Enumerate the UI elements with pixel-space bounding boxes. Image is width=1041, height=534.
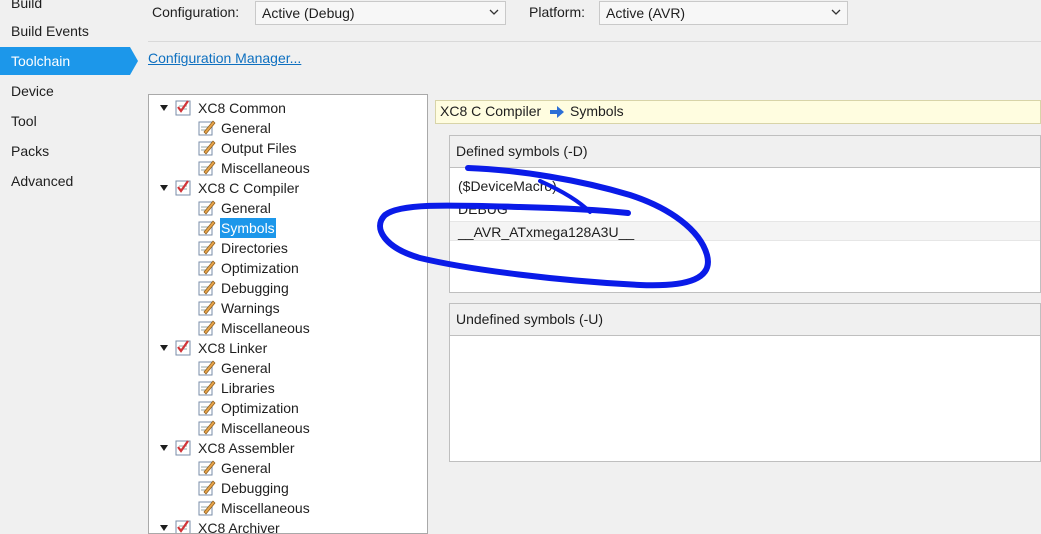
platform-dropdown[interactable]: Active (AVR) bbox=[599, 1, 848, 25]
platform-label: Platform: bbox=[529, 4, 586, 20]
undefined-symbols-list[interactable] bbox=[450, 336, 1040, 461]
expand-collapse-icon[interactable] bbox=[160, 445, 168, 451]
breadcrumb: XC8 C Compiler Symbols bbox=[435, 100, 1041, 124]
configuration-manager-link[interactable]: Configuration Manager... bbox=[148, 50, 301, 66]
tree-item-label: Optimization bbox=[221, 400, 299, 416]
property-page-icon bbox=[198, 399, 216, 417]
tree-item-label: Libraries bbox=[221, 380, 275, 396]
tree-group-label: XC8 Common bbox=[198, 100, 286, 116]
tree-item-label: Debugging bbox=[221, 280, 289, 296]
defined-symbol-item[interactable]: ($DeviceMacro) bbox=[450, 176, 1040, 196]
property-page-icon bbox=[198, 419, 216, 437]
tree-item-label: Miscellaneous bbox=[221, 320, 310, 336]
configuration-dropdown[interactable]: Active (Debug) bbox=[255, 1, 506, 25]
nav-item-advanced[interactable]: Advanced bbox=[0, 167, 130, 195]
property-page-icon bbox=[198, 359, 216, 377]
property-page-icon bbox=[198, 199, 216, 217]
defined-symbols-title: Defined symbols (-D) bbox=[456, 143, 588, 159]
property-page-icon bbox=[198, 259, 216, 277]
tree-item-label: Output Files bbox=[221, 140, 297, 156]
configuration-value: Active (Debug) bbox=[262, 5, 355, 21]
expand-collapse-icon[interactable] bbox=[160, 105, 168, 111]
tree-item-label: Miscellaneous bbox=[221, 160, 310, 176]
selection-pointer-icon bbox=[130, 47, 138, 75]
tree-item-label: General bbox=[221, 360, 271, 376]
tree-item-label: Miscellaneous bbox=[221, 420, 310, 436]
project-properties-nav: Build Build Events Toolchain Device Tool… bbox=[0, 0, 140, 526]
property-page-icon bbox=[198, 239, 216, 257]
property-page-icon bbox=[198, 479, 216, 497]
undefined-symbols-header: Undefined symbols (-U) bbox=[450, 304, 1040, 336]
property-page-icon bbox=[198, 299, 216, 317]
property-page-icon bbox=[198, 279, 216, 297]
tree-item-label: Optimization bbox=[221, 260, 299, 276]
tree-item-label: General bbox=[221, 200, 271, 216]
tool-settings-icon bbox=[175, 99, 193, 117]
tree-item-label: General bbox=[221, 460, 271, 476]
tree-item-label: Debugging bbox=[221, 480, 289, 496]
nav-item-toolchain[interactable]: Toolchain bbox=[0, 47, 130, 75]
tool-settings-icon bbox=[175, 519, 193, 533]
defined-symbols-group: Defined symbols (-D) ($DeviceMacro) DEBU… bbox=[449, 135, 1041, 293]
property-page-icon bbox=[198, 219, 216, 237]
nav-item-tool[interactable]: Tool bbox=[0, 107, 130, 135]
defined-symbol-item[interactable]: DEBUG bbox=[450, 199, 1040, 219]
breadcrumb-current: Symbols bbox=[570, 103, 624, 119]
tree-item-label: Directories bbox=[221, 240, 288, 256]
nav-item-packs[interactable]: Packs bbox=[0, 137, 130, 165]
tree-item-label: Symbols bbox=[220, 218, 276, 238]
tree-group-label: XC8 Assembler bbox=[198, 440, 295, 456]
tool-settings-icon bbox=[175, 179, 193, 197]
configuration-label: Configuration: bbox=[152, 4, 240, 20]
header-divider bbox=[148, 41, 1041, 42]
expand-collapse-icon[interactable] bbox=[160, 345, 168, 351]
expand-collapse-icon[interactable] bbox=[160, 185, 168, 191]
tree-group-label: XC8 Archiver bbox=[198, 520, 280, 534]
defined-symbols-header: Defined symbols (-D) bbox=[450, 136, 1040, 168]
property-page-icon bbox=[198, 319, 216, 337]
breadcrumb-parent: XC8 C Compiler bbox=[440, 103, 542, 119]
property-page-icon bbox=[198, 459, 216, 477]
chevron-down-icon bbox=[489, 9, 499, 15]
tree-item-label: Miscellaneous bbox=[221, 500, 310, 516]
nav-item-build[interactable]: Build bbox=[0, 0, 130, 17]
undefined-symbols-group: Undefined symbols (-U) bbox=[449, 303, 1041, 462]
property-page-icon bbox=[198, 379, 216, 397]
chevron-down-icon bbox=[831, 9, 841, 15]
tree-group-label: XC8 Linker bbox=[198, 340, 268, 356]
tool-settings-icon bbox=[175, 439, 193, 457]
defined-symbol-item[interactable]: __AVR_ATxmega128A3U__ bbox=[450, 221, 1040, 241]
nav-item-build-events[interactable]: Build Events bbox=[0, 17, 130, 45]
undefined-symbols-title: Undefined symbols (-U) bbox=[456, 311, 604, 327]
tree-item-label: General bbox=[221, 120, 271, 136]
property-page-icon bbox=[198, 499, 216, 517]
nav-item-device[interactable]: Device bbox=[0, 77, 130, 105]
toolchain-tree[interactable]: XC8 Common General Output Files Miscellaneo… bbox=[148, 94, 428, 534]
arrow-right-icon bbox=[550, 106, 564, 118]
tree-item-label: Warnings bbox=[221, 300, 280, 316]
tree-group-label: XC8 C Compiler bbox=[198, 180, 300, 196]
tool-settings-icon bbox=[175, 339, 193, 357]
platform-value: Active (AVR) bbox=[606, 5, 686, 21]
property-page-icon bbox=[198, 159, 216, 177]
property-page-icon bbox=[198, 119, 216, 137]
property-page-icon bbox=[198, 139, 216, 157]
